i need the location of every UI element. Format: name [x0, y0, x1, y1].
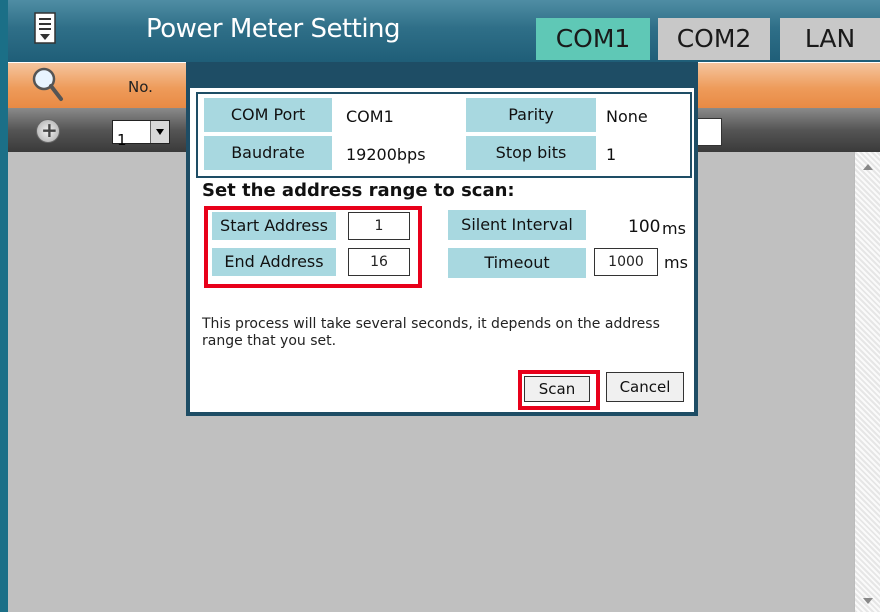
- stop-bits-value: 1: [606, 145, 617, 164]
- scroll-down-icon[interactable]: [855, 592, 880, 612]
- scroll-up-icon[interactable]: [855, 156, 880, 176]
- tab-lan[interactable]: LAN: [780, 18, 880, 60]
- silent-interval-unit: ms: [662, 219, 686, 238]
- start-address-label: Start Address: [212, 212, 336, 240]
- column-header-no: No.: [128, 78, 153, 96]
- baudrate-label: Baudrate: [204, 136, 332, 170]
- page-title: Power Meter Setting: [146, 14, 401, 44]
- tab-com2[interactable]: COM2: [658, 18, 770, 60]
- menu-icon[interactable]: [34, 12, 56, 44]
- end-address-label: End Address: [212, 248, 336, 276]
- stop-bits-label: Stop bits: [466, 136, 596, 170]
- vertical-scrollbar[interactable]: [854, 152, 880, 612]
- dialog-body: COM Port COM1 Parity None Baudrate 19200…: [190, 88, 694, 412]
- end-address-input[interactable]: 16: [348, 248, 410, 276]
- timeout-input[interactable]: 1000: [594, 248, 658, 276]
- silent-interval-label: Silent Interval: [448, 210, 586, 240]
- cancel-button[interactable]: Cancel: [606, 372, 684, 402]
- baudrate-value: 19200bps: [346, 145, 426, 164]
- parity-value: None: [606, 107, 648, 126]
- scan-button[interactable]: Scan: [524, 376, 590, 402]
- silent-interval-value: 100: [628, 217, 661, 237]
- chevron-down-icon[interactable]: [150, 121, 169, 143]
- select-value: 1: [117, 131, 127, 149]
- search-icon[interactable]: [30, 65, 64, 105]
- com-port-value: COM1: [346, 107, 394, 126]
- scan-dialog: COM Port COM1 Parity None Baudrate 19200…: [186, 62, 698, 416]
- scan-note: This process will take several seconds, …: [202, 316, 660, 349]
- title-bar: Power Meter Setting COM1 COM2 LAN: [8, 0, 880, 62]
- timeout-label: Timeout: [448, 248, 586, 278]
- parity-label: Parity: [466, 98, 596, 132]
- start-address-input[interactable]: 1: [348, 212, 410, 240]
- timeout-unit: ms: [664, 253, 688, 272]
- number-select[interactable]: 1: [112, 120, 170, 149]
- app-window: Power Meter Setting COM1 COM2 LAN No. 1 …: [8, 0, 880, 612]
- tab-com1[interactable]: COM1: [536, 18, 650, 60]
- add-icon[interactable]: [36, 118, 60, 143]
- scan-range-heading: Set the address range to scan:: [202, 180, 515, 201]
- com-info-panel: COM Port COM1 Parity None Baudrate 19200…: [196, 92, 692, 178]
- com-port-label: COM Port: [204, 98, 332, 132]
